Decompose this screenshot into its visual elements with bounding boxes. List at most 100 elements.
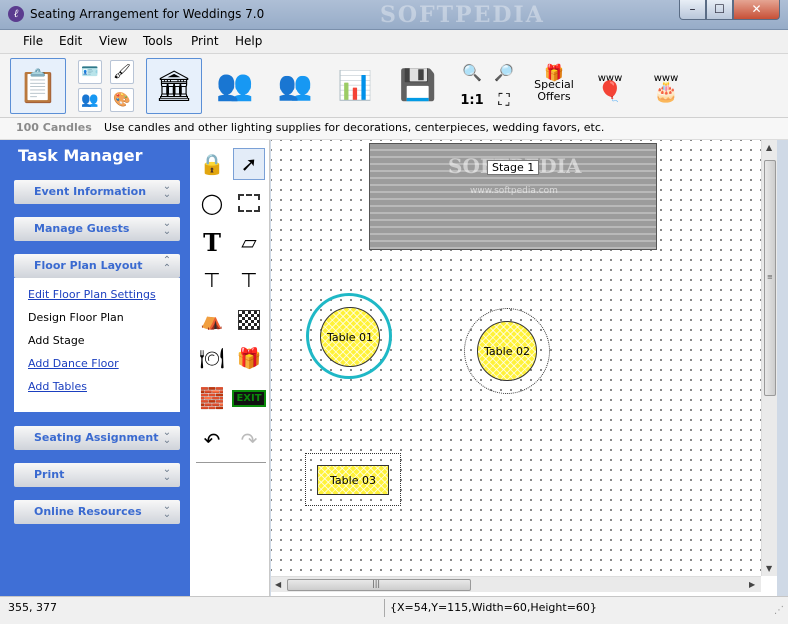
palette-divider <box>196 462 266 463</box>
menu-file[interactable]: File <box>23 34 43 48</box>
wedding-web-button[interactable]: www 🎂 <box>642 60 690 110</box>
eraser-icon: ▱ <box>241 230 257 254</box>
selection-info: {X=54,Y=115,Width=60,Height=60} <box>390 601 597 614</box>
table-round-icon: ⊤ <box>240 268 258 292</box>
special-offers-button[interactable]: 🎁 Special Offers <box>530 60 578 110</box>
square-table-tool[interactable]: ⊤ <box>196 264 228 296</box>
section-manage-guests[interactable]: Manage Guests ⌄ ⌄ <box>14 217 180 241</box>
event-info-button[interactable]: 📋 <box>10 58 66 114</box>
dashed-rect-icon <box>238 194 260 212</box>
eraser-tool[interactable]: ▱ <box>233 226 265 258</box>
seat-guests-button[interactable]: 👥 <box>270 62 320 108</box>
chevron-down-icon: ⌄ ⌄ <box>162 218 172 237</box>
table-02[interactable]: Table 02 <box>477 321 537 381</box>
buffet-tool[interactable]: 🍽 <box>196 342 228 374</box>
menu-view[interactable]: View <box>99 34 127 48</box>
add-dance-floor-link[interactable]: Add Dance Floor <box>28 357 119 370</box>
menu-help[interactable]: Help <box>235 34 262 48</box>
edit-floor-plan-settings-link[interactable]: Edit Floor Plan Settings <box>28 288 156 301</box>
add-tables-link[interactable]: Add Tables <box>28 380 87 393</box>
chevron-down-icon: ⌄ ⌄ <box>162 181 172 200</box>
guest-report-button[interactable]: 📊 <box>332 62 378 108</box>
scroll-right-icon[interactable]: ▶ <box>749 580 755 589</box>
guest-card-icon: 🪪 <box>81 64 99 80</box>
actual-size-button[interactable]: 1:1 <box>460 88 484 112</box>
section-floor-plan-layout[interactable]: Floor Plan Layout ⌃ ⌃ <box>14 254 180 278</box>
design-floor-plan-item[interactable]: Design Floor Plan <box>28 311 124 324</box>
floor-plan-canvas[interactable]: SOFTPEDIA www.softpedia.com Stage 1 Tabl… <box>271 140 761 576</box>
task-manager-title: Task Manager <box>18 146 143 165</box>
wedding-cake-icon: 🎂 <box>653 79 679 103</box>
actual-size-label: 1:1 <box>460 92 484 108</box>
exit-tool[interactable]: EXIT <box>232 382 266 414</box>
status-divider <box>384 599 385 617</box>
section-event-information[interactable]: Event Information ⌄ ⌄ <box>14 180 180 204</box>
stage-tool[interactable]: ⛺ <box>196 304 228 336</box>
chevron-down-icon: ⌄ ⌄ <box>162 464 172 483</box>
menu-edit[interactable]: Edit <box>59 34 82 48</box>
menu-tools[interactable]: Tools <box>143 34 173 48</box>
vertical-scrollbar[interactable]: ▲ ≡ ▼ <box>761 140 777 576</box>
text-tool[interactable]: T <box>196 226 228 258</box>
save-button[interactable]: 💾 <box>396 62 440 108</box>
floor-plan-button[interactable]: 🏛 <box>146 58 202 114</box>
scroll-down-icon[interactable]: ▼ <box>766 564 772 573</box>
title-bar: ℓ Seating Arrangement for Weddings 7.0 S… <box>0 0 788 30</box>
colors-button[interactable]: 🎨 <box>110 88 134 112</box>
paint-button[interactable]: 🖌 <box>110 60 134 84</box>
resize-grip-icon[interactable]: ⋰ <box>774 605 784 616</box>
people-icon: 👥 <box>216 67 254 103</box>
rect-select-tool[interactable] <box>233 187 265 219</box>
lasso-tool[interactable]: ◯ <box>196 187 228 219</box>
menu-print[interactable]: Print <box>191 34 219 48</box>
softpedia-watermark: SOFTPEDIA <box>380 2 545 28</box>
horizontal-scrollbar[interactable]: ◀ ||| ▶ <box>271 576 761 592</box>
special-offers-line2: Offers <box>537 90 571 103</box>
chevron-up-icon: ⌃ ⌃ <box>162 255 172 274</box>
select-tool[interactable]: ➚ <box>233 148 265 180</box>
group-icon: 👥 <box>81 92 99 108</box>
horizontal-scroll-thumb[interactable]: ||| <box>287 579 471 591</box>
zoom-out-button[interactable]: 🔎 <box>492 60 516 84</box>
text-icon: T <box>203 227 221 257</box>
brush-icon: 🖌 <box>113 64 131 80</box>
section-label: Print <box>34 468 65 481</box>
guest-group-button[interactable]: 👥 <box>78 88 102 112</box>
close-button[interactable]: ✕ <box>733 0 780 20</box>
round-table-tool[interactable]: ⊤ <box>233 264 265 296</box>
section-label: Manage Guests <box>34 222 130 235</box>
maximize-button[interactable]: ☐ <box>706 0 733 20</box>
balloons-icon: 🎈 <box>597 79 623 103</box>
dance-floor-icon <box>238 310 260 330</box>
app-icon: ℓ <box>8 6 24 22</box>
guest-list-button[interactable]: 🪪 <box>78 60 102 84</box>
chevron-down-icon: ⌄ ⌄ <box>162 427 172 446</box>
party-supplies-web-button[interactable]: www 🎈 <box>586 60 634 110</box>
table-03[interactable]: Table 03 <box>317 465 389 495</box>
zoom-in-button[interactable]: 🔍 <box>460 60 484 84</box>
section-label: Seating Assignment <box>34 431 159 444</box>
dance-floor-tool[interactable] <box>233 304 265 336</box>
manage-guests-button[interactable]: 👥 <box>212 62 258 108</box>
redo-tool[interactable]: ↷ <box>233 424 265 456</box>
zoom-out-icon: 🔎 <box>494 62 514 82</box>
stage[interactable]: SOFTPEDIA www.softpedia.com Stage 1 <box>369 143 657 250</box>
vertical-scroll-thumb[interactable]: ≡ <box>764 160 776 396</box>
undo-tool[interactable]: ↶ <box>196 424 228 456</box>
section-seating-assignment[interactable]: Seating Assignment ⌄ ⌄ <box>14 426 180 450</box>
scroll-left-icon[interactable]: ◀ <box>275 580 281 589</box>
minimize-button[interactable]: – <box>679 0 706 20</box>
scroll-up-icon[interactable]: ▲ <box>766 143 772 152</box>
tip-heading[interactable]: 100 Candles <box>16 121 92 134</box>
add-stage-item[interactable]: Add Stage <box>28 334 85 347</box>
wall-tool[interactable]: 🧱 <box>196 382 228 414</box>
lock-tool[interactable]: 🔒 <box>196 148 228 180</box>
fit-page-button[interactable]: ⛶ <box>492 88 516 112</box>
table-01[interactable]: Table 01 <box>320 307 380 367</box>
section-label: Floor Plan Layout <box>34 259 143 272</box>
gift-table-tool[interactable]: 🎁 <box>233 342 265 374</box>
section-print[interactable]: Print ⌄ ⌄ <box>14 463 180 487</box>
lasso-icon: ◯ <box>200 191 224 215</box>
section-online-resources[interactable]: Online Resources ⌄ ⌄ <box>14 500 180 524</box>
table-square-icon: ⊤ <box>203 268 221 292</box>
